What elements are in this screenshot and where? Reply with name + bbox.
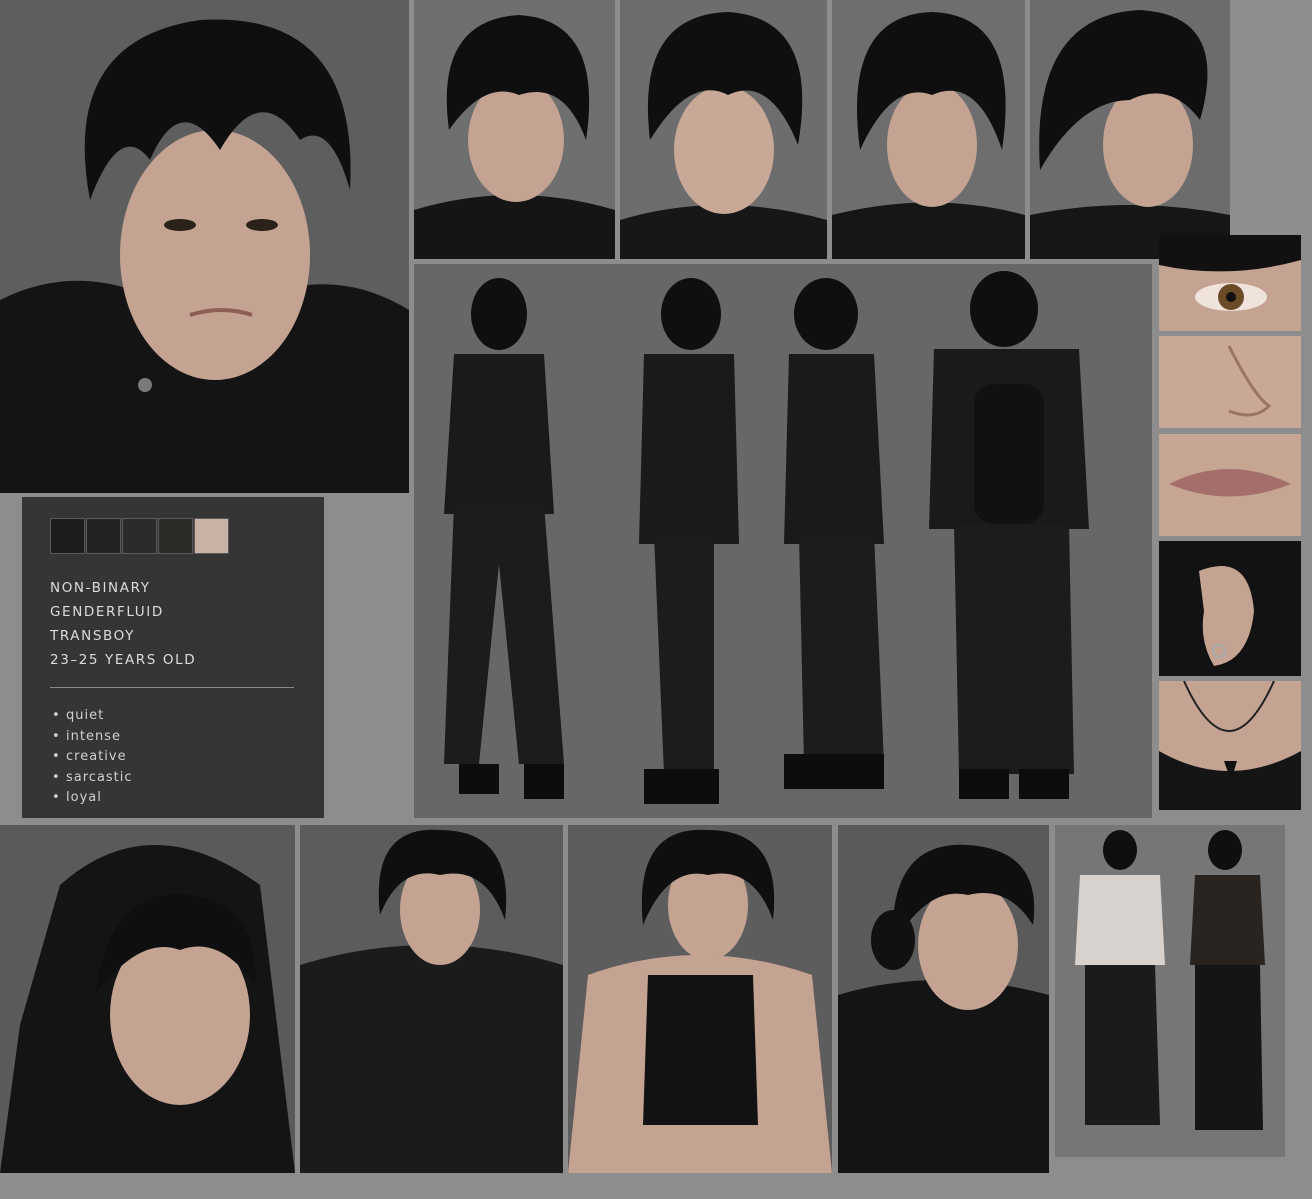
divider: [50, 687, 294, 688]
headshot-photo-three-quarter: [832, 0, 1025, 259]
headshot-photo-front: [414, 0, 615, 259]
bullet-icon: •: [52, 728, 61, 744]
personality-label: quiet: [66, 708, 105, 723]
detail-photo-eye: [1159, 235, 1301, 331]
detail-photo-necklace: [1159, 681, 1301, 810]
personality-label: loyal: [66, 790, 102, 806]
identity-trait: GENDERFLUID: [50, 604, 164, 620]
headshot-photo-wink: [620, 0, 827, 259]
personality-item: • quiet: [52, 706, 133, 727]
bullet-icon: •: [52, 769, 61, 785]
identity-trait: NON-BINARY: [50, 580, 151, 596]
seated-sweater-photo: [300, 825, 563, 1173]
bullet-icon: •: [52, 708, 61, 723]
closeup-portrait-photo: [0, 0, 409, 493]
personality-item: • intense: [52, 727, 133, 748]
personality-label: sarcastic: [66, 769, 133, 785]
detail-photo-lips: [1159, 434, 1301, 536]
palette-swatch-3: [122, 518, 157, 554]
reference-board: NON-BINARY GENDERFLUID TRANSBOY 23–25 YE…: [0, 0, 1312, 1199]
bullet-icon: •: [52, 790, 61, 806]
detail-photo-ear: [1159, 541, 1301, 676]
personality-label: creative: [66, 749, 127, 765]
outfit-variations-photo: [1055, 825, 1285, 1157]
bullet-icon: •: [52, 749, 61, 765]
detail-photo-nose: [1159, 336, 1301, 428]
age-range: 23–25 YEARS OLD: [50, 652, 197, 668]
hooded-portrait-photo: [0, 825, 295, 1173]
palette-swatch-5: [194, 518, 229, 554]
character-info-panel: NON-BINARY GENDERFLUID TRANSBOY 23–25 YE…: [22, 497, 324, 818]
personality-item: • loyal: [52, 788, 133, 809]
palette-swatch-1: [50, 518, 85, 554]
headshot-photo-profile: [1030, 0, 1230, 259]
personality-item: • sarcastic: [52, 768, 133, 789]
palette-swatch-4: [158, 518, 193, 554]
tank-top-pose-photo: [568, 825, 832, 1173]
full-body-turnaround-photo: [414, 264, 1152, 818]
identity-trait: TRANSBOY: [50, 628, 135, 644]
personality-list: • quiet • intense • creative • sarcastic • lo…: [52, 706, 133, 809]
color-palette: [50, 518, 230, 554]
personality-item: • creative: [52, 747, 133, 768]
headphones-portrait-photo: [838, 825, 1049, 1173]
identity-traits: NON-BINARY GENDERFLUID TRANSBOY 23–25 YE…: [50, 576, 196, 672]
personality-label: intense: [66, 728, 121, 744]
palette-swatch-2: [86, 518, 121, 554]
